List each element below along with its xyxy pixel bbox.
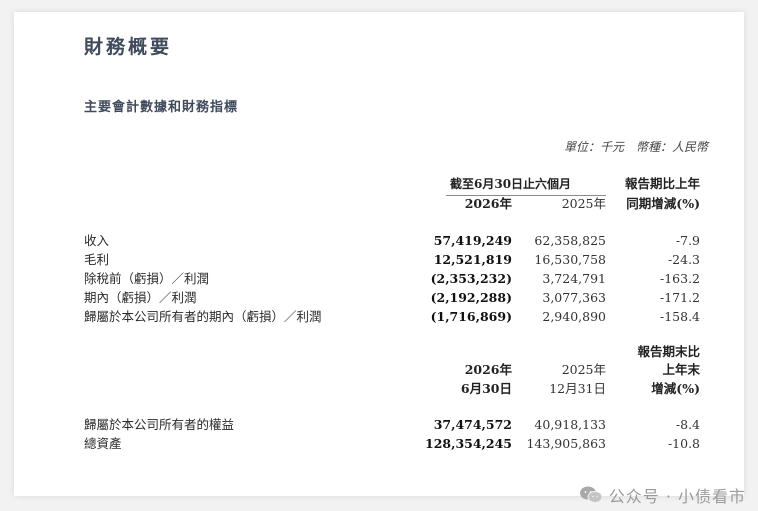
col-current-year-header: 2026年 (464, 362, 512, 377)
row-value-2025: 3,077,363 (542, 290, 606, 305)
col-change-header-1: 報告期比上年 (624, 176, 700, 191)
row-change: -7.9 (675, 233, 700, 248)
page-title: 財務概要 (84, 36, 173, 58)
row-label: 歸屬於本公司所有者的期內（虧損）／利潤 (84, 309, 322, 324)
row-value-2026: (2,192,288) (430, 290, 512, 305)
row-value-2026: 57,419,249 (433, 233, 512, 248)
unit-note: 單位：千元 幣種：人民幣 (563, 140, 708, 154)
section-subtitle: 主要會計數據和財務指標 (84, 100, 239, 115)
row-change: -24.3 (667, 252, 700, 267)
row-change: -10.8 (667, 436, 700, 451)
row-change: -158.4 (659, 309, 700, 324)
row-label: 收入 (84, 233, 110, 248)
row-label: 期內（虧損）／利潤 (84, 290, 197, 305)
report-page: 財務概要 主要會計數據和財務指標 單位：千元 幣種：人民幣 截至6月30日止六個… (14, 12, 744, 496)
col-prior-date-header: 12月31日 (549, 381, 606, 396)
row-change: -163.2 (659, 271, 700, 286)
row-value-2026: (1,716,869) (430, 309, 512, 324)
wechat-icon (579, 485, 603, 505)
row-label: 總資產 (84, 436, 122, 451)
row-value-2026: 12,521,819 (433, 252, 512, 267)
col-change-header-3: 增減(%) (651, 381, 700, 396)
row-value-2025: 2,940,890 (542, 309, 606, 324)
row-value-2026: (2,353,232) (430, 271, 512, 286)
row-value-prior: 40,918,133 (534, 417, 606, 432)
row-value-2025: 62,358,825 (534, 233, 606, 248)
row-change: -8.4 (675, 417, 700, 432)
col-current-date-header: 6月30日 (460, 381, 512, 396)
row-change: -171.2 (659, 290, 700, 305)
col-2026-header: 2026年 (464, 196, 512, 211)
row-value-current: 37,474,572 (433, 417, 512, 432)
col-change-header-2: 同期增減(%) (626, 196, 700, 211)
row-value-2025: 3,724,791 (542, 271, 606, 286)
col-prior-year-header: 2025年 (561, 362, 606, 377)
col-change-header-2: 上年末 (662, 362, 700, 377)
col-2025-header: 2025年 (561, 196, 606, 211)
col-change-header-1: 報告期末比 (637, 344, 700, 359)
row-label: 歸屬於本公司所有者的權益 (84, 417, 235, 432)
row-label: 毛利 (84, 252, 110, 267)
watermark: 公众号 · 小债看市 (579, 483, 746, 507)
row-value-2025: 16,530,758 (534, 252, 606, 267)
row-value-prior: 143,905,863 (526, 436, 606, 451)
period-header: 截至6月30日止六個月 (450, 177, 572, 191)
row-value-current: 128,354,245 (425, 436, 512, 451)
watermark-text: 公众号 · 小债看市 (608, 487, 746, 506)
row-label: 除稅前（虧損）／利潤 (84, 271, 210, 286)
